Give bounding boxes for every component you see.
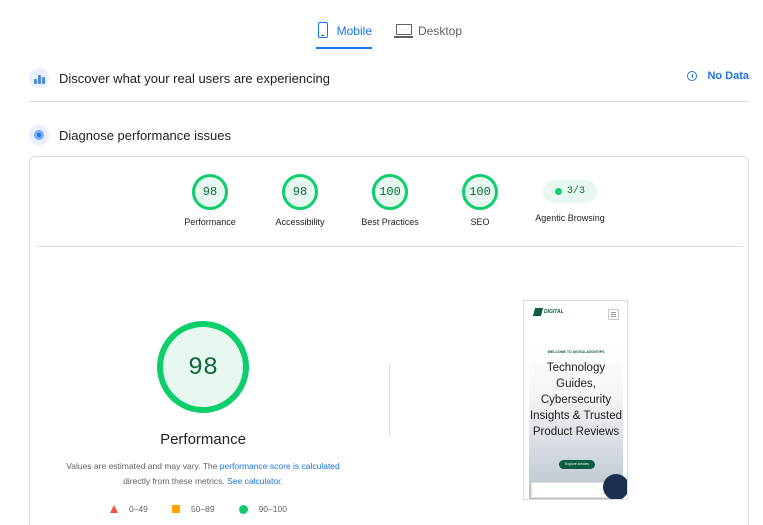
final-screenshot-thumbnail[interactable]: DIGITAL WELCOME TO DIGITALADONTIPS Techn…	[523, 300, 628, 500]
estimate-note: Values are estimated and may vary. The p…	[53, 459, 353, 489]
site-hero: WELCOME TO DIGITALADONTIPS Technology Gu…	[529, 344, 627, 499]
legend-range: 50–89	[190, 504, 215, 514]
score-ring[interactable]: 100	[462, 174, 498, 210]
gauge-best-practices[interactable]: 100 Best Practices	[345, 174, 435, 227]
performance-big-score: 98	[187, 352, 218, 382]
gauge-label: Best Practices	[361, 217, 419, 227]
tab-desktop[interactable]: Desktop	[394, 20, 466, 50]
average-square-icon	[171, 505, 180, 513]
legend-range: 90–100	[258, 504, 287, 514]
see-calculator-link[interactable]: See calculator.	[227, 476, 283, 486]
note-prefix: Values are estimated and may vary. The	[66, 461, 220, 471]
active-tab-indicator	[316, 47, 372, 49]
gauge-label: Accessibility	[275, 217, 325, 227]
tab-mobile-label: Mobile	[336, 24, 372, 38]
tab-desktop-label: Desktop	[418, 24, 463, 38]
lab-report-card: 98 Performance 98 Accessibility 100 Best…	[29, 156, 749, 525]
gauge-accessibility[interactable]: 98 Accessibility	[255, 174, 345, 227]
performance-big-gauge[interactable]: 98	[157, 321, 249, 413]
site-logo: DIGITAL	[532, 308, 564, 316]
hero-cta: Explore Articles	[559, 460, 595, 469]
hero-kicker: WELCOME TO DIGITALADONTIPS	[547, 350, 605, 354]
hero-decoration	[603, 474, 627, 499]
gauge-seo[interactable]: 100 SEO	[435, 174, 525, 227]
score-value: 3/3	[566, 186, 585, 197]
crux-bars-icon	[29, 68, 49, 88]
info-icon	[687, 71, 698, 81]
no-data-label: No Data	[707, 70, 749, 82]
hero-headline: Technology Guides, Cybersecurity Insight…	[529, 362, 623, 438]
diagnose-title: Diagnose performance issues	[59, 127, 231, 143]
gauge-label: Performance	[184, 217, 236, 227]
gauge-performance[interactable]: 98 Performance	[165, 174, 255, 227]
category-gauges: 98 Performance 98 Accessibility 100 Best…	[30, 174, 750, 240]
score-value: 100	[469, 185, 491, 199]
logo-mark-icon	[532, 308, 544, 316]
note-mid: directly from these metrics.	[123, 476, 228, 486]
score-legend: 0–49 50–89 90–100	[110, 504, 311, 514]
score-value: 98	[292, 185, 308, 199]
legend-range: 0–49	[129, 504, 148, 514]
pass-dot-icon	[554, 188, 562, 195]
device-tabs: Mobile Desktop	[0, 20, 763, 50]
score-calculation-link[interactable]: performance score is calculated	[220, 461, 340, 471]
lab-target-icon	[29, 125, 49, 145]
logo-text: DIGITAL	[544, 309, 564, 315]
legend-average: 50–89	[171, 504, 215, 514]
score-ring[interactable]: 98	[192, 174, 228, 210]
field-data-title: Discover what your real users are experi…	[59, 70, 330, 86]
fail-triangle-icon	[110, 505, 118, 513]
score-value: 98	[202, 185, 218, 199]
score-value: 100	[379, 185, 401, 199]
no-data-link[interactable]: No Data	[687, 70, 749, 82]
phone-icon	[316, 20, 333, 40]
section-divider	[29, 101, 749, 102]
gauges-divider	[37, 246, 743, 247]
agentic-score-pill[interactable]: 3/3	[543, 180, 597, 203]
gauge-agentic-browsing[interactable]: 3/3 Agentic Browsing	[525, 174, 615, 223]
performance-big-label: Performance	[160, 431, 246, 448]
gauge-label: Agentic Browsing	[535, 213, 605, 223]
legend-fail: 0–49	[110, 504, 148, 514]
gauge-label: SEO	[470, 217, 490, 227]
vertical-divider	[389, 364, 390, 436]
tab-mobile[interactable]: Mobile	[316, 20, 372, 50]
hamburger-menu-icon	[608, 309, 619, 320]
desktop-icon	[394, 20, 414, 40]
diagnose-header: Diagnose performance issues	[29, 123, 749, 147]
score-ring[interactable]: 98	[282, 174, 318, 210]
legend-pass: 90–100	[238, 504, 287, 514]
score-ring[interactable]: 100	[372, 174, 408, 210]
pass-circle-icon	[238, 504, 248, 514]
field-data-header: Discover what your real users are experi…	[29, 66, 749, 90]
